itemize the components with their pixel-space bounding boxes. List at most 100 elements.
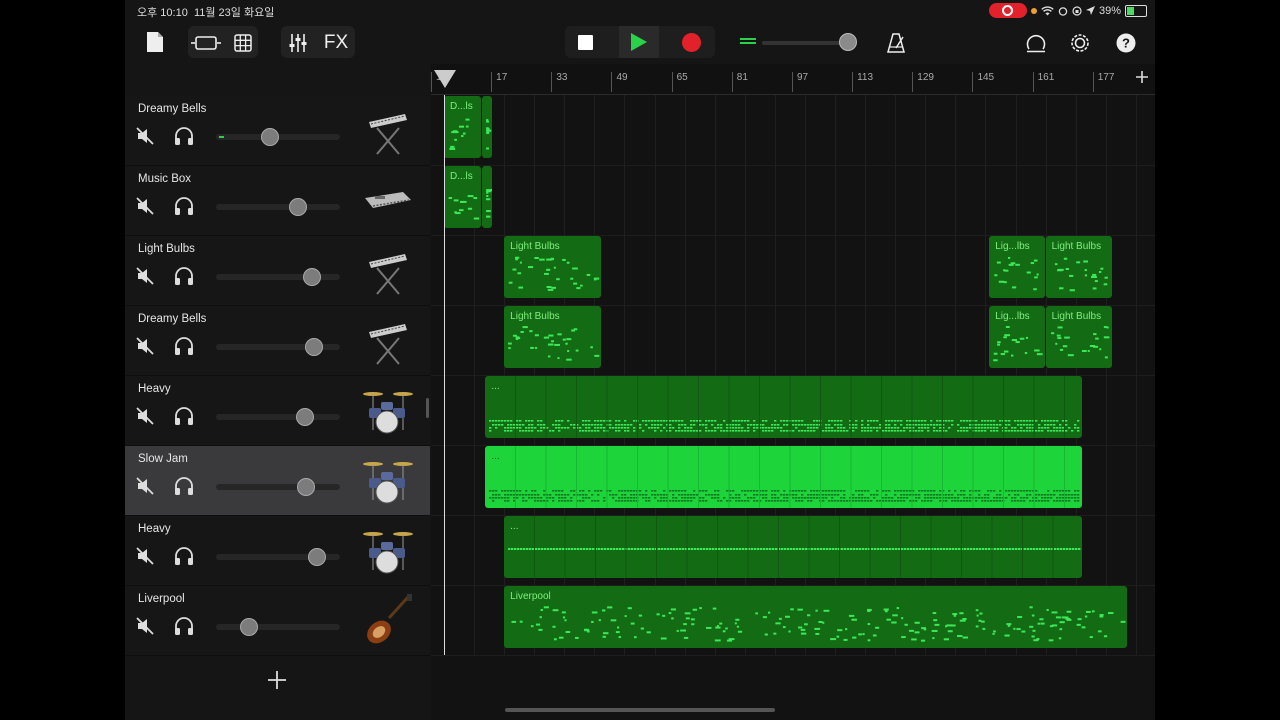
note <box>1087 349 1090 352</box>
solo-button[interactable] <box>173 476 195 496</box>
drumkit-icon[interactable] <box>359 452 415 508</box>
mute-button[interactable] <box>135 336 155 356</box>
note <box>867 430 870 432</box>
track-volume-knob[interactable] <box>240 618 259 636</box>
track-header[interactable]: Light Bulbs <box>125 236 430 306</box>
timeline-ruler[interactable]: 1 17 33 49 65 81 97 113 129 145 161 177 <box>431 64 1155 95</box>
note <box>603 420 606 422</box>
horizontal-scrollbar[interactable] <box>505 708 775 712</box>
synth-icon[interactable] <box>359 172 415 228</box>
settings-icon[interactable] <box>1067 30 1093 56</box>
mixer-icon[interactable] <box>285 30 311 56</box>
note <box>834 430 837 432</box>
track-volume-knob[interactable] <box>288 198 307 216</box>
region[interactable]: D...ls <box>444 166 481 228</box>
metronome-icon[interactable] <box>883 30 909 56</box>
track-header[interactable]: Liverpool <box>125 586 430 656</box>
track-volume-slider[interactable] <box>216 414 340 420</box>
add-track-button[interactable] <box>265 668 289 692</box>
solo-button[interactable] <box>173 126 195 146</box>
playhead[interactable] <box>444 95 445 655</box>
track-header[interactable]: Dreamy Bells <box>125 306 430 376</box>
stop-button[interactable] <box>565 26 605 58</box>
mute-button[interactable] <box>135 476 155 496</box>
solo-button[interactable] <box>173 616 195 636</box>
track-volume-knob[interactable] <box>297 478 316 496</box>
note <box>801 497 804 499</box>
region[interactable]: D...ls <box>444 96 481 158</box>
toolbar: FX ? <box>125 22 1155 64</box>
note <box>1057 548 1060 550</box>
note <box>1077 494 1080 496</box>
region[interactable]: Light Bulbs <box>504 236 601 298</box>
region[interactable]: Light Bulbs <box>504 306 601 368</box>
region[interactable]: Light Bulbs <box>1045 306 1113 368</box>
vertical-scrollbar[interactable] <box>426 398 429 418</box>
drumkit-icon[interactable] <box>359 382 415 438</box>
region[interactable]: Lig...lbs <box>989 306 1045 368</box>
playhead-handle[interactable] <box>434 70 456 88</box>
mute-button[interactable] <box>135 546 155 566</box>
track-volume-knob[interactable] <box>261 128 280 146</box>
track-header[interactable]: Music Box <box>125 166 430 236</box>
mute-button[interactable] <box>135 616 155 636</box>
track-volume-slider[interactable] <box>216 204 340 210</box>
note <box>697 548 700 550</box>
play-button[interactable] <box>619 26 659 58</box>
keyboard-icon[interactable] <box>359 312 415 368</box>
track-volume-knob[interactable] <box>296 408 315 426</box>
track-volume-slider[interactable] <box>216 484 340 490</box>
bass-guitar-icon[interactable] <box>359 592 415 648</box>
mute-button[interactable] <box>135 126 155 146</box>
note <box>1037 622 1041 625</box>
grid-view-icon[interactable] <box>229 30 257 56</box>
fx-button[interactable]: FX <box>319 30 353 56</box>
region[interactable]: ... <box>485 446 1083 508</box>
loop-icon[interactable] <box>1023 30 1049 56</box>
track-header[interactable]: Heavy <box>125 516 430 586</box>
loop-divider <box>1033 376 1035 438</box>
track-volume-slider[interactable] <box>216 624 340 630</box>
track-volume-slider[interactable] <box>216 274 340 280</box>
loop-divider <box>820 376 822 438</box>
document-icon[interactable] <box>143 28 167 56</box>
note <box>597 430 600 432</box>
solo-button[interactable] <box>173 406 195 426</box>
tracks-view-icon[interactable] <box>189 30 223 56</box>
note <box>930 424 933 426</box>
mute-button[interactable] <box>135 266 155 286</box>
solo-button[interactable] <box>173 336 195 356</box>
mute-button[interactable] <box>135 196 155 216</box>
note <box>904 623 908 626</box>
headphones-icon <box>175 337 193 355</box>
region[interactable]: Liverpool <box>504 586 1128 648</box>
record-button[interactable] <box>671 26 711 58</box>
timeline-area[interactable]: D...ls D...ls Light Bulbs Lig...lbs Light Bu… <box>431 95 1155 720</box>
track-header[interactable]: Dreamy Bells <box>125 96 430 166</box>
region[interactable]: Light Bulbs <box>1045 236 1113 298</box>
keyboard-icon[interactable] <box>359 102 415 158</box>
region[interactable]: Lig...lbs <box>989 236 1045 298</box>
add-section-button[interactable] <box>1133 68 1151 86</box>
solo-button[interactable] <box>173 546 195 566</box>
solo-button[interactable] <box>173 196 195 216</box>
keyboard-icon[interactable] <box>359 242 415 298</box>
drumkit-icon[interactable] <box>359 522 415 578</box>
solo-button[interactable] <box>173 266 195 286</box>
help-icon[interactable]: ? <box>1113 30 1139 56</box>
region[interactable] <box>481 96 492 158</box>
note <box>1044 427 1047 429</box>
track-header[interactable]: Slow Jam <box>125 446 430 516</box>
track-volume-knob[interactable] <box>308 548 327 566</box>
region[interactable]: ... <box>504 516 1083 578</box>
master-volume-knob[interactable] <box>838 33 857 51</box>
track-header[interactable]: Heavy <box>125 376 430 446</box>
track-volume-knob[interactable] <box>303 268 322 286</box>
region[interactable]: ... <box>485 376 1083 438</box>
note <box>1023 500 1026 502</box>
note <box>621 494 624 496</box>
region[interactable] <box>481 166 492 228</box>
mute-button[interactable] <box>135 406 155 426</box>
track-volume-knob[interactable] <box>304 338 323 356</box>
note <box>891 427 894 429</box>
